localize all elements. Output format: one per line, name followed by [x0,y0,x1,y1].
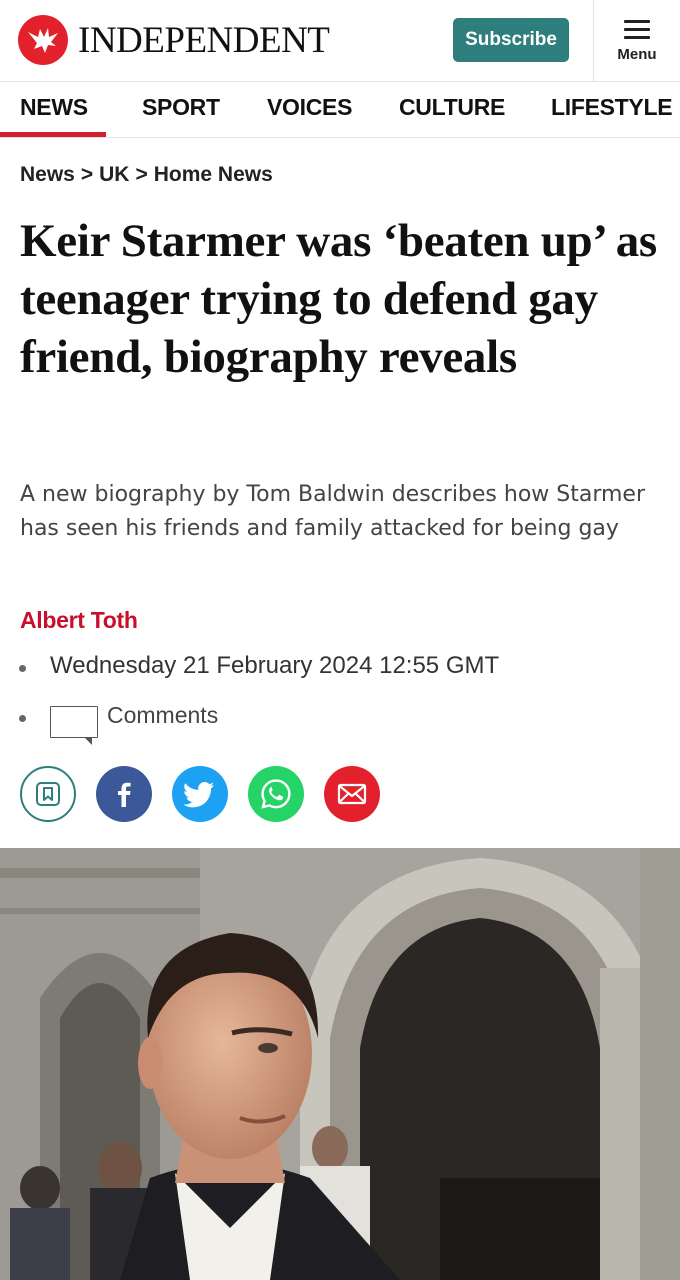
bullet [19,715,26,722]
menu-button[interactable]: Menu [594,0,680,82]
article-headline: Keir Starmer was ‘beaten up’ as teenager… [20,215,657,383]
nav-item-sport[interactable]: SPORT [142,94,220,121]
section-nav: NEWS SPORT VOICES CULTURE LIFESTYLE [0,82,680,138]
nav-item-culture[interactable]: CULTURE [399,94,505,121]
nav-item-voices[interactable]: VOICES [267,94,352,121]
breadcrumb: News > UK > Home News [20,163,273,187]
nav-item-lifestyle[interactable]: LIFESTYLE [551,94,673,121]
breadcrumb-separator: > [80,163,94,186]
photo-illustration [0,848,680,1280]
publish-date: Wednesday 21 February 2024 12:55 GMT [50,652,500,679]
eagle-logo-icon [18,15,68,65]
subscribe-button[interactable]: Subscribe [453,18,569,62]
article-hero-photo [0,848,680,1280]
facebook-glyph [118,782,131,807]
whatsapp-glyph [261,779,291,809]
twitter-icon[interactable] [172,766,228,822]
nav-item-news[interactable]: NEWS [20,94,88,121]
comments-link[interactable]: Comments [107,702,218,729]
bookmark-glyph [36,782,60,806]
breadcrumb-home-news[interactable]: Home News [154,163,273,186]
logo-wordmark: INDEPENDENT [78,19,330,61]
facebook-icon[interactable] [96,766,152,822]
site-logo[interactable]: INDEPENDENT [18,14,330,66]
nav-active-indicator [0,132,106,137]
bookmark-icon[interactable] [20,766,76,822]
bullet [19,665,26,672]
email-glyph [337,783,367,805]
breadcrumb-news[interactable]: News [20,163,75,186]
breadcrumb-uk[interactable]: UK [99,163,129,186]
comment-bubble-tail [84,737,92,745]
site-header: INDEPENDENT Subscribe Menu [0,0,680,82]
author-link[interactable]: Albert Toth [20,607,138,634]
menu-label: Menu [617,45,657,63]
whatsapp-icon[interactable] [248,766,304,822]
comment-bubble-icon[interactable] [50,706,98,738]
hamburger-icon [624,19,650,40]
breadcrumb-separator: > [135,163,148,186]
twitter-glyph [183,782,214,808]
email-icon[interactable] [324,766,380,822]
article-standfirst: A new biography by Tom Baldwin describes… [20,482,646,541]
